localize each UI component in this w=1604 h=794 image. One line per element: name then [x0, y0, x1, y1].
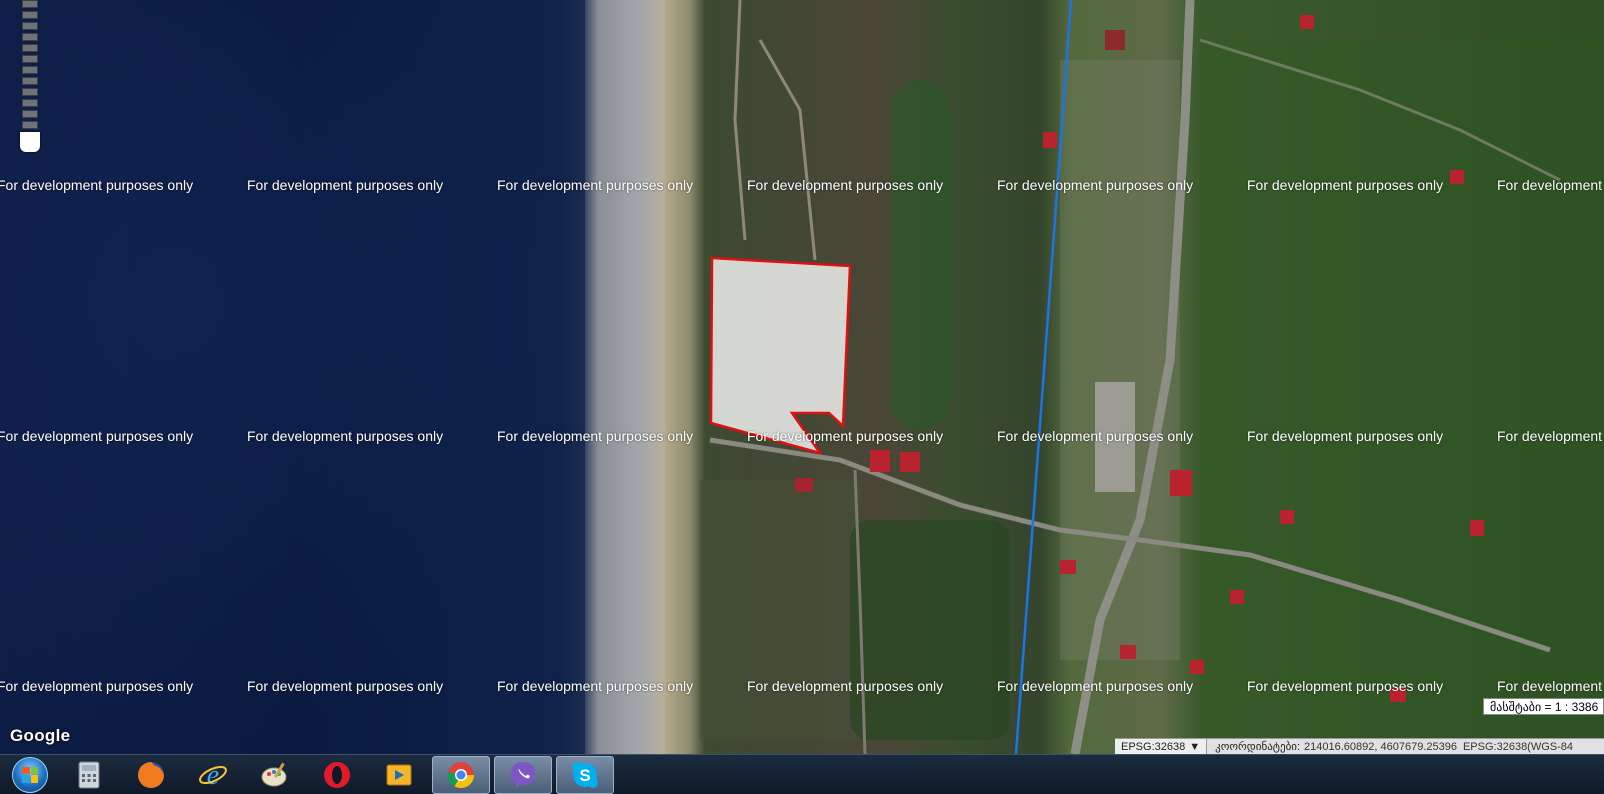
zoom-tick[interactable] [22, 11, 38, 19]
zoom-slider[interactable] [20, 0, 40, 152]
taskbar-skype[interactable]: S [556, 755, 614, 794]
windows-start-icon [12, 756, 48, 793]
zoom-tick[interactable] [22, 99, 38, 107]
chevron-down-icon: ▼ [1189, 740, 1201, 753]
internet-explorer-icon: e [199, 760, 227, 790]
watermark-text: For development purposes only [1247, 177, 1444, 193]
building [1280, 510, 1294, 524]
watermark-text: For development purposes only [997, 678, 1194, 694]
taskbar-firefox[interactable] [122, 756, 180, 794]
svg-text:S: S [579, 766, 590, 785]
watermark-text: For development purposes only [247, 428, 444, 444]
skype-icon: S [572, 761, 598, 788]
taskbar-internet-explorer[interactable]: e [184, 756, 242, 794]
map-overlay [709, 0, 1561, 754]
zoom-tick[interactable] [22, 110, 38, 118]
watermark-text: For development purposes only [0, 177, 194, 193]
calculator-icon [78, 761, 100, 788]
building [795, 478, 813, 492]
watermark-text: For development purposes only [747, 678, 944, 694]
watermark-text: For development purposes only [0, 428, 194, 444]
zoom-tick[interactable] [22, 88, 38, 96]
coordinates-label: კოორდინატები: [1215, 741, 1301, 753]
watermark-text: For development purposes only [1247, 428, 1444, 444]
road [853, 469, 867, 754]
watermark-text: For development purposes only [747, 177, 944, 193]
map-scale: მასშტაბი = 1 : 3386 [1483, 698, 1604, 715]
building [1230, 590, 1244, 604]
coordinates-projection: EPSG:32638(WGS-84 [1462, 740, 1574, 753]
viber-icon [511, 761, 535, 788]
building [870, 450, 890, 472]
watermark-text: For development purposes only [497, 428, 694, 444]
google-logo: Google [10, 726, 71, 745]
projection-select[interactable]: EPSG:32638 ▼ [1115, 739, 1208, 754]
building [1470, 520, 1484, 536]
map-status-bar: EPSG:32638 ▼ კოორდინატები: 214016.60892,… [1115, 738, 1604, 754]
coordinates-value: 214016.60892, 4607679.25396 [1304, 740, 1457, 753]
watermark-text: For development purposes only [997, 177, 1194, 193]
watermark-text: For development purposes only [497, 177, 694, 193]
dirt-track [733, 0, 747, 241]
firefox-icon [138, 761, 164, 788]
boundary-line [1014, 0, 1073, 754]
taskbar-viber[interactable] [494, 755, 552, 794]
zoom-tick[interactable] [22, 121, 38, 129]
map-canvas[interactable]: For development purposes only For develop… [0, 0, 1604, 754]
taskbar-calculator[interactable] [60, 756, 118, 794]
watermark-text: For development purposes only [997, 428, 1194, 444]
zoom-tick[interactable] [22, 0, 38, 8]
dirt-track [758, 39, 817, 261]
zoom-tick[interactable] [22, 55, 38, 63]
zoom-tick[interactable] [22, 22, 38, 30]
watermark-text: For development purposes only [497, 678, 694, 694]
svg-text:e: e [207, 760, 219, 790]
opera-icon [324, 761, 350, 788]
zoom-tick[interactable] [22, 66, 38, 74]
taskbar-chrome[interactable] [432, 755, 490, 794]
building [900, 452, 920, 472]
watermark-text: For development purposes only [247, 177, 444, 193]
watermark-text: For development purposes only [0, 678, 194, 694]
media-player-icon [386, 764, 412, 785]
paint-icon [261, 762, 287, 786]
watermark-text: For development purposes only [1497, 177, 1604, 193]
projection-select-value: EPSG:32638 [1121, 740, 1186, 753]
taskbar-opera[interactable] [308, 756, 366, 794]
building [1060, 560, 1076, 574]
watermark-text: For development purposes only [1497, 428, 1604, 444]
building [1190, 660, 1204, 674]
zoom-slider-knob[interactable] [20, 132, 40, 152]
taskbar-media-player[interactable] [370, 756, 428, 794]
watermark-text: For development purposes only [1247, 678, 1444, 694]
zoom-tick[interactable] [22, 77, 38, 85]
building [1120, 645, 1136, 659]
windows-taskbar: e S [0, 754, 1604, 794]
zoom-tick[interactable] [22, 44, 38, 52]
building [1170, 470, 1192, 496]
building [1105, 30, 1125, 50]
building [1450, 170, 1464, 184]
zoom-tick[interactable] [22, 33, 38, 41]
watermark-text: For development purposes only [247, 678, 444, 694]
land-parcel-polygon[interactable] [709, 256, 852, 456]
building [1300, 15, 1314, 29]
watermark-text: For development purposes only [1497, 678, 1604, 694]
building [1043, 132, 1057, 148]
road [1070, 0, 1195, 754]
taskbar-paint[interactable] [246, 756, 304, 794]
start-button[interactable] [4, 756, 56, 794]
road [1199, 38, 1561, 182]
watermark-text: For development purposes only [747, 428, 944, 444]
chrome-icon [447, 761, 475, 788]
